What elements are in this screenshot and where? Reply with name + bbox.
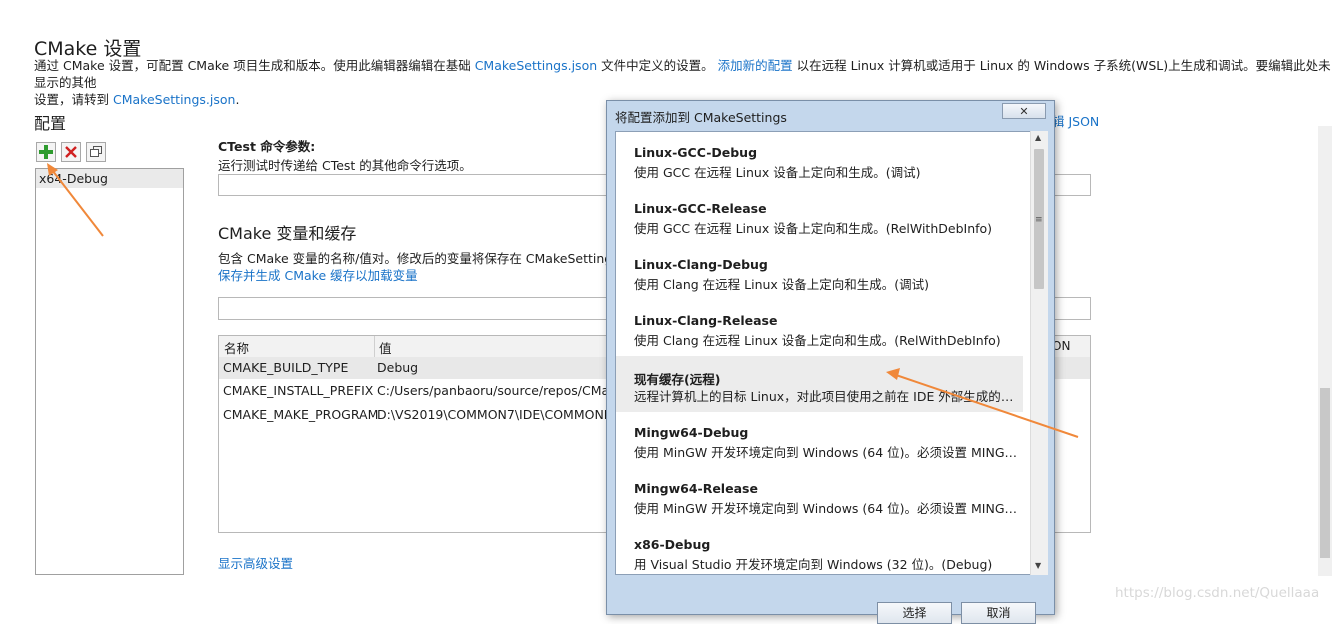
arrow-to-add-button — [47, 163, 104, 237]
annotation-arrows — [47, 163, 1079, 438]
watermark: https://blog.csdn.net/Quellaaa — [1115, 585, 1320, 601]
arrow-to-existing-cache — [886, 368, 1079, 438]
